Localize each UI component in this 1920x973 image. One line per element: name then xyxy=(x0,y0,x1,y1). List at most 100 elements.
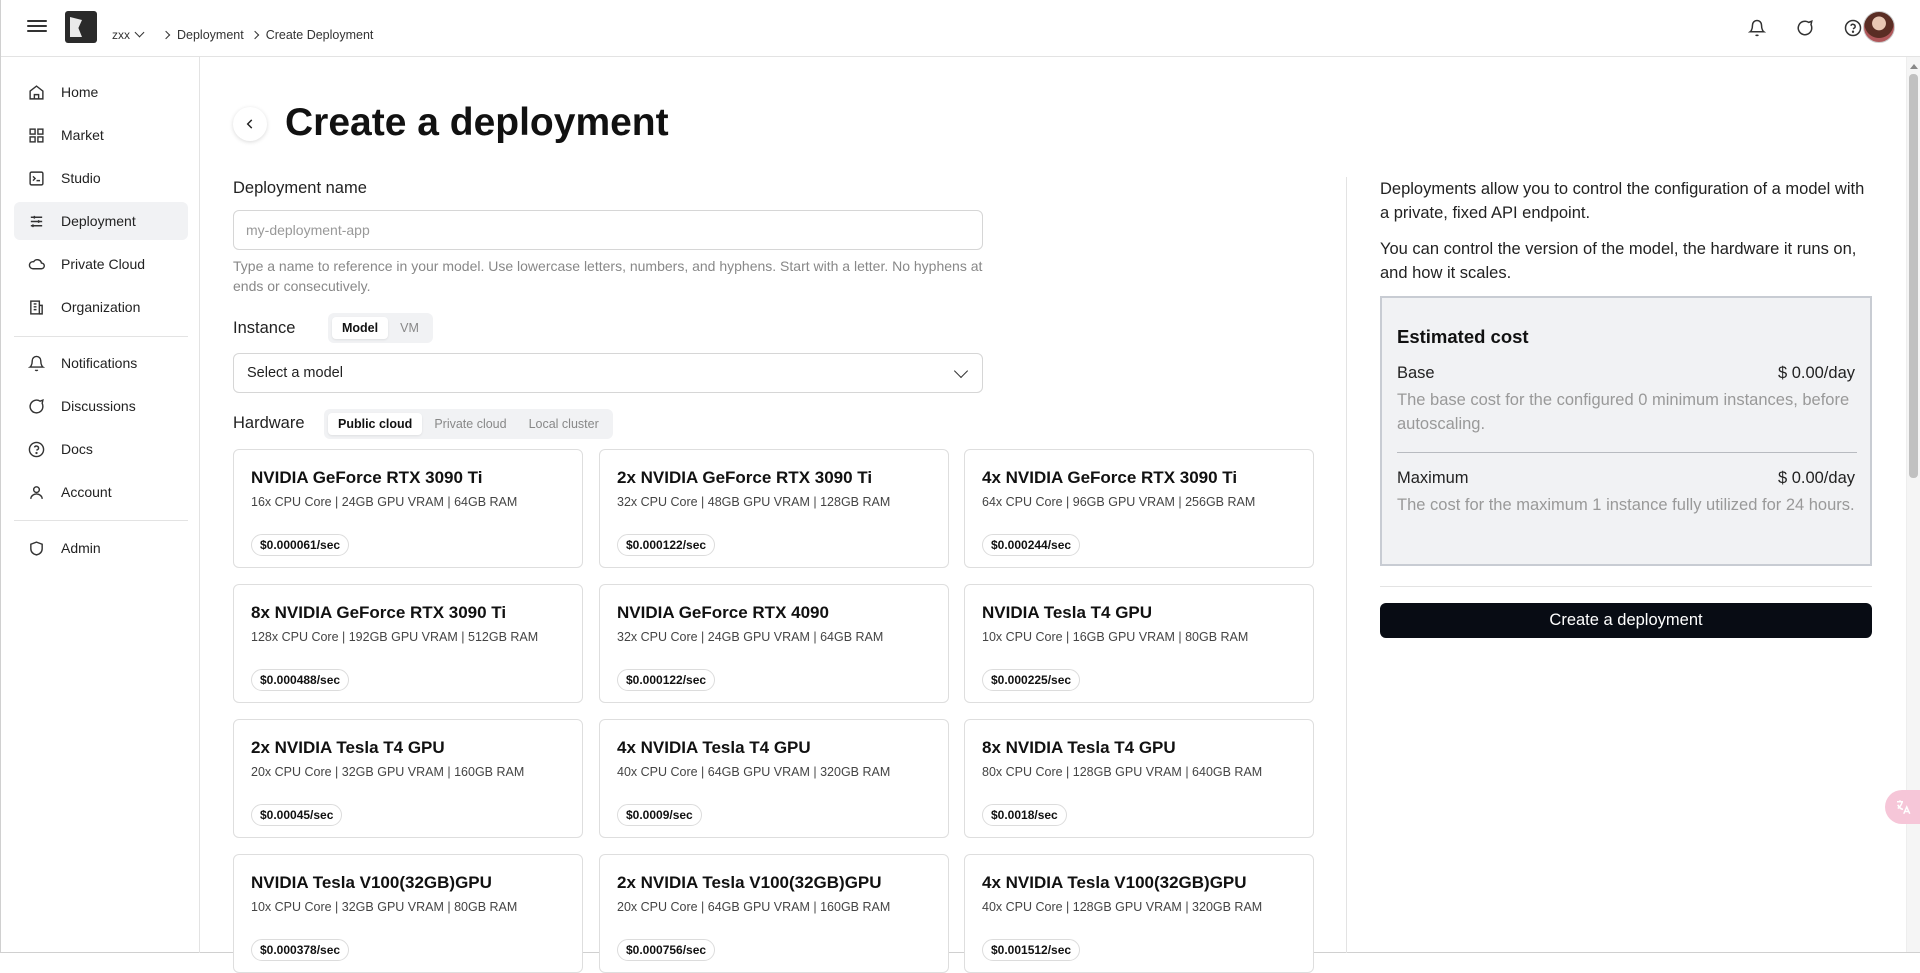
hardware-card-spec: 80x CPU Core | 128GB GPU VRAM | 640GB RA… xyxy=(982,765,1263,779)
deployment-intro-1: Deployments allow you to control the con… xyxy=(1380,180,1865,222)
sidebar-item-label: Organization xyxy=(61,299,141,315)
menu-icon[interactable] xyxy=(27,17,47,37)
hardware-card-title: 2x NVIDIA Tesla T4 GPU xyxy=(251,738,445,757)
hardware-card-spec: 20x CPU Core | 64GB GPU VRAM | 160GB RAM xyxy=(617,900,891,914)
hardware-label: Hardware xyxy=(233,414,305,432)
hardware-card-spec: 16x CPU Core | 24GB GPU VRAM | 64GB RAM xyxy=(251,495,518,509)
hardware-card-price: $0.001512/sec xyxy=(982,939,1081,961)
app-logo[interactable] xyxy=(65,11,97,43)
avatar[interactable] xyxy=(1863,11,1895,43)
hardware-card[interactable]: 8x NVIDIA Tesla T4 GPU 80x CPU Core | 12… xyxy=(964,719,1314,838)
base-cost-description: The base cost for the configured 0 minim… xyxy=(1397,391,1850,433)
terminal-icon xyxy=(27,169,45,187)
instance-label: Instance xyxy=(233,319,296,337)
hardware-card-title: 8x NVIDIA Tesla T4 GPU xyxy=(982,738,1176,757)
help-icon[interactable] xyxy=(1841,16,1865,40)
hardware-card[interactable]: 2x NVIDIA GeForce RTX 3090 Ti 32x CPU Co… xyxy=(599,449,949,568)
sidebar-item-notifications[interactable]: Notifications xyxy=(14,344,188,382)
hardware-toggle: Public cloud Private cloud Local cluster xyxy=(324,409,613,439)
page-title: Create a deployment xyxy=(285,101,669,144)
bell-icon xyxy=(27,354,45,372)
grid-icon xyxy=(27,126,45,144)
chevron-down-icon xyxy=(134,27,145,38)
top-bar: zxx Deployment Create Deployment xyxy=(1,0,1920,57)
sidebar-item-label: Discussions xyxy=(61,398,136,414)
hardware-card-spec: 128x CPU Core | 192GB GPU VRAM | 512GB R… xyxy=(251,630,539,644)
sidebar-item-studio[interactable]: Studio xyxy=(14,159,188,197)
hardware-card-price: $0.000378/sec xyxy=(251,939,350,961)
hardware-card-spec: 40x CPU Core | 64GB GPU VRAM | 320GB RAM xyxy=(617,765,891,779)
model-select-value: Select a model xyxy=(247,365,343,381)
create-deployment-button[interactable]: Create a deployment xyxy=(1380,603,1872,638)
sidebar-item-home[interactable]: Home xyxy=(14,73,188,111)
sidebar-divider xyxy=(14,520,188,521)
building-icon xyxy=(27,298,45,316)
hardware-card-spec: 32x CPU Core | 24GB GPU VRAM | 64GB RAM xyxy=(617,630,884,644)
user-icon xyxy=(27,483,45,501)
hardware-card[interactable]: 2x NVIDIA Tesla V100(32GB)GPU 20x CPU Co… xyxy=(599,854,949,973)
sidebar-item-label: Admin xyxy=(61,540,101,556)
instance-option-model[interactable]: Model xyxy=(332,317,389,339)
hardware-card-price: $0.000488/sec xyxy=(251,669,350,691)
sidebar-item-account[interactable]: Account xyxy=(14,473,188,511)
top-actions xyxy=(1745,16,1865,40)
hardware-card-price: $0.0018/sec xyxy=(982,804,1067,826)
sidebar-item-private-cloud[interactable]: Private Cloud xyxy=(14,245,188,283)
sidebar-item-organization[interactable]: Organization xyxy=(14,288,188,326)
hardware-option-local-cluster[interactable]: Local cluster xyxy=(519,413,609,435)
hardware-card-title: 8x NVIDIA GeForce RTX 3090 Ti xyxy=(251,603,507,622)
hardware-card-price: $0.000225/sec xyxy=(982,669,1081,691)
hardware-card[interactable]: 4x NVIDIA Tesla V100(32GB)GPU 40x CPU Co… xyxy=(964,854,1314,973)
sidebar-item-deployment[interactable]: Deployment xyxy=(14,202,188,240)
scroll-up-icon[interactable] xyxy=(1910,64,1918,69)
cost-divider xyxy=(1397,452,1857,453)
hardware-card-price: $0.000122/sec xyxy=(617,534,716,556)
sidebar-item-label: Market xyxy=(61,127,104,143)
hardware-card-title: 2x NVIDIA Tesla V100(32GB)GPU xyxy=(617,873,882,892)
hardware-card-price: $0.00045/sec xyxy=(251,804,343,826)
model-select[interactable]: Select a model xyxy=(233,353,983,393)
base-cost-label: Base xyxy=(1397,364,1435,382)
breadcrumb: Deployment Create Deployment xyxy=(161,28,374,42)
estimated-cost-panel: Estimated cost Base $ 0.00/day The base … xyxy=(1380,296,1872,566)
max-cost-value: $ 0.00/day xyxy=(1777,469,1855,487)
hardware-card-title: NVIDIA GeForce RTX 3090 Ti xyxy=(251,468,483,487)
chat-icon[interactable] xyxy=(1793,16,1817,40)
scrollbar-thumb[interactable] xyxy=(1909,74,1918,478)
sidebar-item-label: Private Cloud xyxy=(61,256,146,272)
instance-option-vm[interactable]: VM xyxy=(390,317,429,339)
breadcrumb-deployment[interactable]: Deployment xyxy=(177,28,244,42)
chevron-down-icon xyxy=(953,363,969,379)
app-frame: zxx Deployment Create Deployment Home Ma… xyxy=(0,0,1920,973)
hardware-option-private-cloud[interactable]: Private cloud xyxy=(424,413,516,435)
hardware-card[interactable]: 2x NVIDIA Tesla T4 GPU 20x CPU Core | 32… xyxy=(233,719,583,838)
deployment-name-label: Deployment name xyxy=(233,179,367,197)
chat-icon xyxy=(27,397,45,415)
max-cost-label: Maximum xyxy=(1397,469,1469,487)
sidebar-item-docs[interactable]: Docs xyxy=(14,430,188,468)
back-button[interactable] xyxy=(233,107,267,141)
chevron-right-icon xyxy=(250,30,259,40)
sidebar-item-label: Account xyxy=(61,484,112,500)
sidebar: Home Market Studio Deployment Private Cl… xyxy=(1,57,200,953)
sidebar-item-discussions[interactable]: Discussions xyxy=(14,387,188,425)
hardware-card-title: NVIDIA GeForce RTX 4090 xyxy=(617,603,829,622)
sidebar-item-market[interactable]: Market xyxy=(14,116,188,154)
hardware-card[interactable]: 4x NVIDIA GeForce RTX 3090 Ti 64x CPU Co… xyxy=(964,449,1314,568)
translate-icon[interactable] xyxy=(1885,790,1920,824)
hardware-card[interactable]: NVIDIA GeForce RTX 4090 32x CPU Core | 2… xyxy=(599,584,949,703)
sidebar-item-admin[interactable]: Admin xyxy=(14,529,188,567)
hardware-card[interactable]: NVIDIA Tesla T4 GPU 10x CPU Core | 16GB … xyxy=(964,584,1314,703)
panel-divider xyxy=(1346,177,1347,953)
bell-icon[interactable] xyxy=(1745,16,1769,40)
deployment-name-input[interactable] xyxy=(233,210,983,250)
hardware-card[interactable]: 8x NVIDIA GeForce RTX 3090 Ti 128x CPU C… xyxy=(233,584,583,703)
sliders-icon xyxy=(27,212,45,230)
panel-separator xyxy=(1380,586,1872,587)
hardware-option-public-cloud[interactable]: Public cloud xyxy=(328,413,423,435)
hardware-card[interactable]: NVIDIA GeForce RTX 3090 Ti 16x CPU Core … xyxy=(233,449,583,568)
breadcrumb-create-deployment: Create Deployment xyxy=(265,28,374,42)
hardware-card[interactable]: 4x NVIDIA Tesla T4 GPU 40x CPU Core | 64… xyxy=(599,719,949,838)
org-switcher[interactable]: zxx xyxy=(112,27,145,42)
hardware-card[interactable]: NVIDIA Tesla V100(32GB)GPU 10x CPU Core … xyxy=(233,854,583,973)
